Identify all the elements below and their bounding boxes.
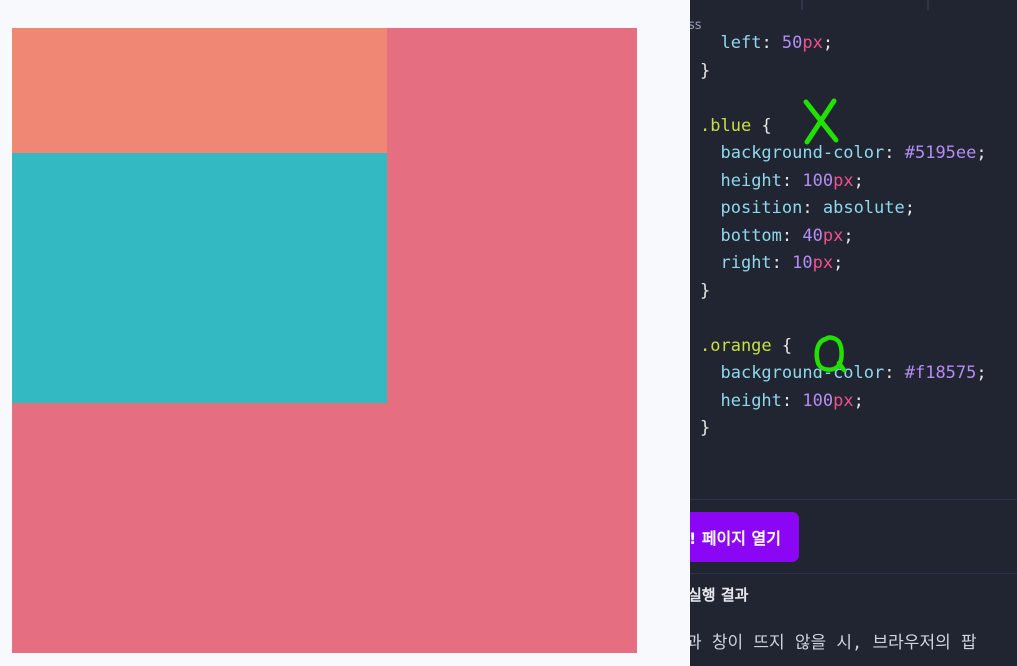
o-mark-annotation [814,335,847,373]
code-token: : [761,33,782,53]
code-token: position [720,198,803,218]
code-token: #5195ee [904,143,977,163]
code-line: } [700,278,710,306]
code-token: : [884,143,905,163]
code-token: 50 [781,33,803,53]
code-token: } [700,60,711,81]
code-token: 100 [802,390,834,411]
code-token: : [771,253,793,273]
code-line: .blue { [700,113,772,141]
cyan-box [12,153,387,403]
code-token: : [781,390,803,411]
code-token: ; [843,225,854,246]
code-line: } [700,415,710,443]
code-token: px [822,225,844,246]
code-token: #f18575 [904,363,977,383]
code-token: background-color [720,143,885,163]
code-token: ; [833,253,844,273]
code-editor-panel: ss left: 50px;} .blue { background-color:… [690,0,1017,666]
code-token: right [720,253,772,273]
code-token: ; [822,33,834,53]
code-token: bottom [720,225,782,246]
code-token: left [720,33,762,53]
code-token: .orange [700,335,772,356]
code-token: px [833,390,854,411]
code-line: .orange { [700,333,792,361]
code-line: height: 100px; [700,168,864,196]
code-token: .blue [700,115,752,136]
code-line: } [700,58,710,86]
code-token: : [802,198,823,218]
tab-separator [927,0,929,10]
code-token: ; [976,363,987,383]
tab-bar [690,0,1017,10]
code-token: ; [853,170,864,191]
code-line: height: 100px; [700,388,864,416]
code-token: ; [904,198,915,218]
code-token: { [751,115,772,136]
code-token: 100 [802,170,834,191]
preview-area [0,0,690,666]
x-mark-annotation [803,98,839,145]
code-token: : [781,170,803,191]
code-token: height [720,170,782,191]
code-token: ; [976,143,987,163]
result-heading: 실행 결과 [690,586,749,604]
open-page-button[interactable]: ! 페이지 열기 [690,512,799,562]
orange-box [12,28,387,153]
code-token: absolute [822,198,905,218]
divider [690,573,1017,574]
code-token: background-color [720,363,885,383]
code-token: } [700,418,711,438]
code-token: : [781,225,803,246]
result-note: 과 창이 뜨지 않을 시, 브라우저의 팝 [690,633,977,653]
divider [690,499,1017,500]
code-token: px [812,253,834,273]
code-token: { [771,335,793,356]
tab-separator [801,0,803,10]
code-line: background-color: #5195ee; [700,140,987,168]
code-line: bottom: 40px; [700,223,854,251]
code-line: right: 10px; [700,250,843,278]
code-token: } [700,280,711,301]
code-line: position: absolute; [700,195,915,223]
code-token: 10 [792,253,813,273]
code-token: px [833,170,854,191]
code-token: : [884,363,905,383]
code-token: ; [853,390,864,411]
code-token: height [720,390,782,411]
code-token: px [802,33,823,53]
code-token: 40 [802,225,823,246]
code-line: left: 50px; [700,30,833,58]
